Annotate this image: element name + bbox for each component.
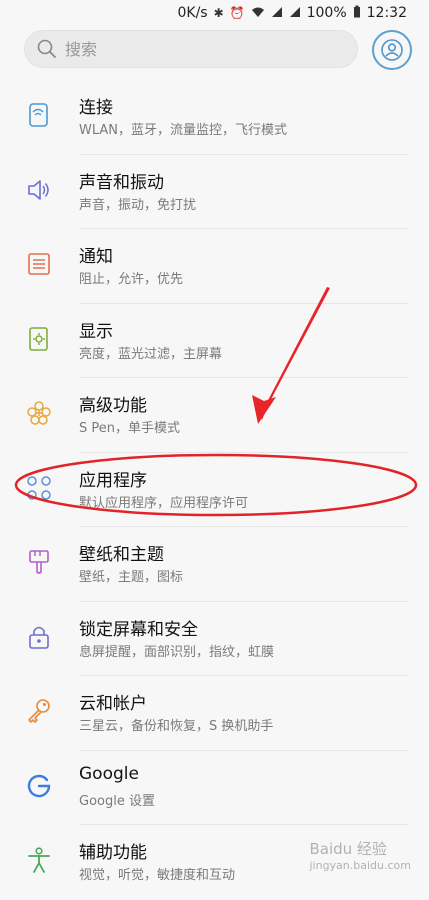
notifications-icon: [28, 253, 50, 275]
search-row: [0, 30, 429, 70]
menu-item-subtitle: WLAN，蓝牙，流量监控，飞行模式: [79, 123, 288, 138]
signal-icon: [271, 6, 283, 21]
menu-item-title: Google: [79, 763, 139, 784]
clock: 12:32: [366, 5, 407, 21]
menu-item-title: 云和帐户: [79, 694, 147, 714]
menu-item-title: 声音和振动: [79, 172, 164, 193]
watermark-url: jingyan.baidu.com: [309, 859, 411, 872]
wallpaper-icon: [29, 550, 49, 574]
search-bar[interactable]: [24, 30, 358, 68]
battery-level: 100%: [306, 5, 347, 21]
key-icon: [28, 699, 50, 723]
display-icon: [29, 326, 48, 351]
menu-item-subtitle: 息屏提醒，面部识别，指纹，虹膜: [79, 644, 275, 660]
menu-item-title: 辅助功能: [79, 843, 147, 863]
lock-icon: [29, 626, 49, 649]
menu-item-wallpaper-themes[interactable]: 壁纸和主题 壁纸，主题，图标: [0, 527, 429, 602]
menu-item-subtitle: Google 设置: [79, 793, 155, 809]
advanced-features-icon: [27, 401, 51, 425]
connections-icon: [29, 103, 48, 127]
menu-item-subtitle: 视觉，听觉，敏捷度和互动: [79, 868, 236, 883]
menu-item-subtitle: 三星云，备份和恢复，S 换机助手: [79, 719, 274, 734]
menu-item-title: 通知: [79, 247, 113, 267]
menu-item-title: 高级功能: [79, 396, 147, 416]
menu-item-cloud-accounts[interactable]: 云和帐户 三星云，备份和恢复，S 换机助手: [0, 676, 429, 751]
wifi-icon: [251, 6, 265, 21]
alarm-icon: ⏰: [229, 6, 245, 20]
menu-item-subtitle: 默认应用程序，应用程序许可: [79, 495, 249, 511]
menu-item-subtitle: S Pen，单手模式: [79, 421, 180, 436]
sound-icon: [28, 179, 49, 200]
bluetooth-icon: ✱: [213, 6, 224, 20]
menu-item-subtitle: 壁纸，主题，图标: [79, 570, 184, 585]
menu-item-title: 连接: [79, 98, 113, 118]
accessibility-icon: [28, 847, 50, 873]
menu-item-title: 锁定屏幕和安全: [79, 619, 198, 640]
menu-item-lock-screen-security[interactable]: 锁定屏幕和安全 息屏提醒，面部识别，指纹，虹膜: [0, 602, 429, 676]
menu-item-apps[interactable]: 应用程序 默认应用程序，应用程序许可: [0, 453, 429, 527]
search-icon: [37, 39, 56, 58]
menu-item-connections[interactable]: 连接 WLAN，蓝牙，流量监控，飞行模式: [0, 80, 429, 155]
menu-item-google[interactable]: Google Google 设置: [0, 751, 429, 825]
menu-item-advanced-features[interactable]: 高级功能 S Pen，单手模式: [0, 378, 429, 453]
menu-item-subtitle: 亮度，蓝光过滤，主屏幕: [79, 346, 223, 362]
menu-item-display[interactable]: 显示 亮度，蓝光过滤，主屏幕: [0, 304, 429, 378]
menu-item-sound[interactable]: 声音和振动 声音，振动，免打扰: [0, 155, 429, 229]
search-input[interactable]: [63, 38, 327, 60]
google-icon: [27, 774, 51, 797]
menu-item-subtitle: 声音，振动，免打扰: [79, 197, 197, 213]
signal-icon-2: [289, 6, 301, 21]
watermark-brand: Baidu 经验: [309, 840, 387, 858]
apps-icon: [27, 475, 51, 500]
settings-list: 连接 WLAN，蓝牙，流量监控，飞行模式 声音和振动 声音，振动，免打扰 通知 …: [0, 80, 429, 900]
battery-icon: [353, 5, 361, 21]
menu-item-title: 显示: [79, 321, 113, 342]
watermark: Baidu 经验 jingyan.baidu.com: [309, 838, 411, 872]
account-icon: [381, 39, 403, 61]
status-bar: 0K/s ✱ ⏰ 100% 12:32: [0, 0, 429, 26]
account-button[interactable]: [372, 30, 412, 70]
menu-item-notifications[interactable]: 通知 阻止，允许，优先: [0, 229, 429, 304]
menu-item-title: 应用程序: [79, 470, 147, 491]
menu-item-title: 壁纸和主题: [79, 545, 164, 565]
menu-item-subtitle: 阻止，允许，优先: [79, 272, 184, 287]
network-speed: 0K/s: [177, 5, 208, 21]
